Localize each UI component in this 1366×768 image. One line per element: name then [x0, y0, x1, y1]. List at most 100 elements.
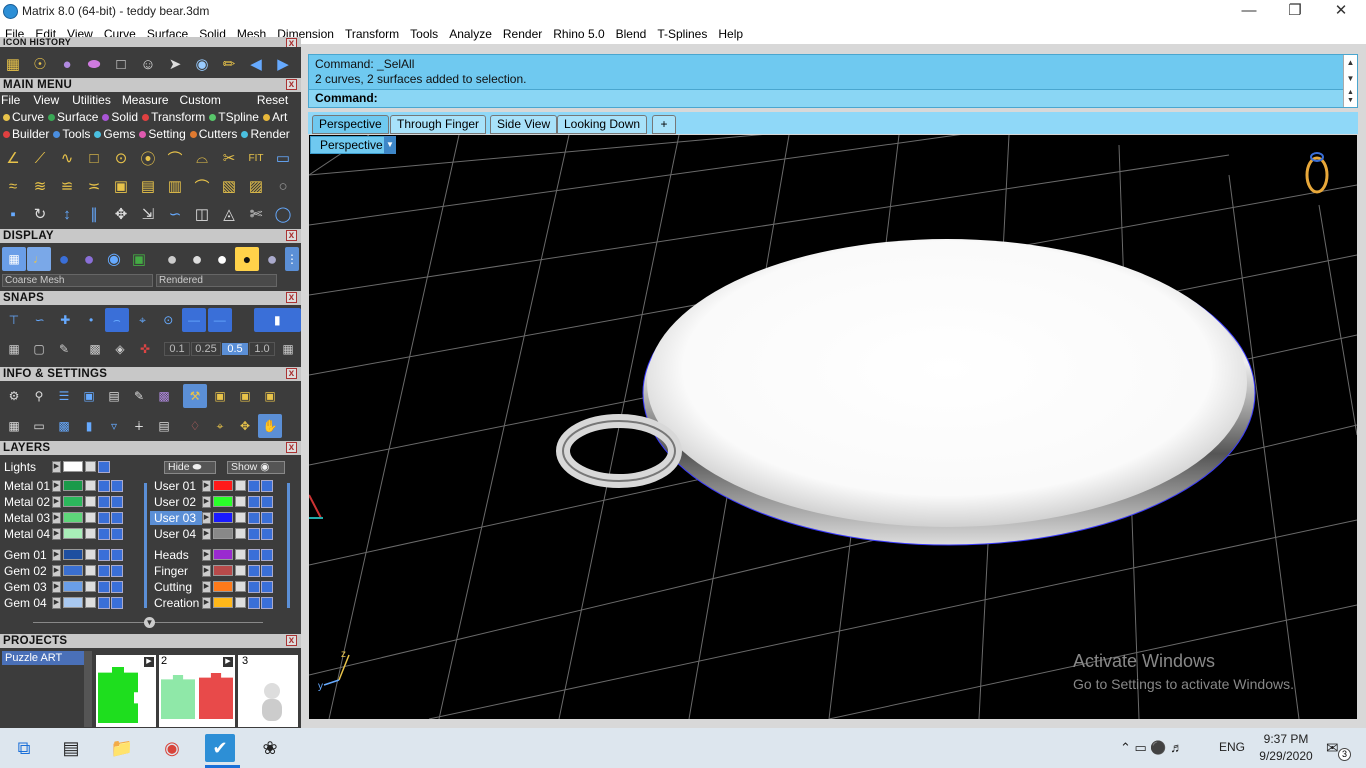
windows-icon[interactable]: ▦	[2, 414, 26, 438]
arc-icon[interactable]: ⌒	[164, 147, 186, 169]
tool-select-icon[interactable]: ⚒	[183, 384, 207, 408]
print-icon[interactable]	[261, 548, 273, 561]
print-icon[interactable]	[111, 495, 123, 508]
close-icon[interactable]: x	[286, 368, 297, 379]
print-icon[interactable]	[261, 495, 273, 508]
category-setting[interactable]: Setting	[136, 127, 186, 141]
layer-row[interactable]: Creation ▶	[150, 595, 274, 610]
menu-transform[interactable]: Transform	[345, 27, 399, 41]
expand-icon[interactable]: ▶	[52, 580, 61, 593]
display-options-icon[interactable]: ⋮	[285, 247, 299, 271]
command-scrollbar[interactable]: ▲ ▼	[1343, 55, 1357, 89]
lock-icon[interactable]	[85, 581, 96, 592]
color-swatch[interactable]	[63, 512, 83, 523]
plane-icon[interactable]: ◈	[108, 337, 132, 361]
expand-icon[interactable]: ▶	[52, 527, 61, 540]
grid-snap-icon[interactable]: ▦	[2, 337, 26, 361]
layer-row[interactable]: Metal 01 ▶	[0, 478, 124, 493]
print-icon[interactable]	[111, 479, 123, 492]
file-explorer-icon[interactable]: 📁	[107, 734, 137, 762]
tab-side-view[interactable]: Side View	[490, 115, 558, 134]
print-icon[interactable]	[261, 511, 273, 524]
print-icon[interactable]	[111, 527, 123, 540]
expand-icon[interactable]: ▶	[52, 596, 61, 609]
snap-point-icon[interactable]: ✚	[53, 308, 77, 332]
lock-icon[interactable]	[235, 496, 246, 507]
close-icon[interactable]: x	[286, 79, 297, 90]
lock-icon[interactable]	[85, 549, 96, 560]
color-swatch[interactable]	[213, 565, 233, 576]
tool-a-icon[interactable]: ▣	[208, 384, 232, 408]
layer-row[interactable]: Gem 03 ▶	[0, 579, 124, 594]
print-icon[interactable]	[111, 548, 123, 561]
array-icon[interactable]: ↕	[56, 203, 78, 225]
expand-icon[interactable]: ▶	[202, 479, 211, 492]
lock-icon[interactable]	[235, 512, 246, 523]
hatch-icon[interactable]: ▩	[83, 337, 107, 361]
ungroup-icon[interactable]: ◬	[218, 203, 240, 225]
ring-icon[interactable]: ◯	[272, 203, 294, 225]
snap-int-icon[interactable]: ⌖	[131, 308, 155, 332]
points-icon[interactable]: ▪	[2, 203, 24, 225]
forward-icon[interactable]: ▶	[272, 53, 294, 75]
print-icon[interactable]	[261, 580, 273, 593]
close-button[interactable]: ✕	[1318, 0, 1364, 24]
offset-icon[interactable]: ≋	[29, 175, 51, 197]
mm-view[interactable]: View	[33, 93, 59, 107]
clock-date[interactable]: 9/29/2020	[1254, 749, 1318, 763]
language-indicator[interactable]: ENG	[1219, 740, 1245, 754]
measure-icon[interactable]: ✎	[52, 337, 76, 361]
visibility-icon[interactable]	[98, 495, 110, 508]
menu-rhino[interactable]: Rhino 5.0	[553, 27, 604, 41]
cube-icon[interactable]: ▩	[152, 384, 176, 408]
group-icon[interactable]: ◫	[191, 203, 213, 225]
extend-icon[interactable]: ⌒	[191, 175, 213, 197]
category-art[interactable]: Art	[260, 110, 287, 124]
layer-row[interactable]: User 04 ▶	[150, 526, 274, 541]
map-icon[interactable]: ▣	[127, 247, 151, 271]
matte-sphere-icon[interactable]: ●	[160, 247, 184, 271]
panel-toggle-icon[interactable]: ▭	[272, 147, 294, 169]
gumball-icon[interactable]: ✜	[133, 337, 157, 361]
command-spin[interactable]: ▲ ▼	[1343, 89, 1357, 107]
cut-icon[interactable]: ✄	[245, 203, 267, 225]
rhino-app-icon[interactable]: ❀	[255, 734, 285, 762]
layers-icon[interactable]: ☰	[52, 384, 76, 408]
hide-button[interactable]: Hide ⬬	[164, 461, 216, 474]
scissors-icon[interactable]: ✂	[218, 147, 240, 169]
layer-row[interactable]: Metal 04 ▶	[0, 526, 124, 541]
mm-measure[interactable]: Measure	[122, 93, 169, 107]
layer-row[interactable]: User 01 ▶	[150, 478, 274, 493]
fit-icon[interactable]: FIT	[245, 147, 267, 169]
polyline-icon[interactable]: ∠	[2, 147, 24, 169]
expand-icon[interactable]: ▶	[202, 548, 211, 561]
close-icon[interactable]: x	[286, 38, 297, 47]
lock-icon[interactable]: ▣	[110, 175, 132, 197]
minimize-button[interactable]: —	[1226, 0, 1272, 24]
print-icon[interactable]	[261, 527, 273, 540]
visibility-icon[interactable]	[248, 564, 260, 577]
visibility-icon[interactable]	[98, 460, 110, 473]
visibility-icon[interactable]	[98, 527, 110, 540]
tab-through-finger[interactable]: Through Finger	[390, 115, 487, 134]
system-tray-icons[interactable]: ⌃ ▭ ⚫ ♬	[1120, 740, 1183, 756]
close-icon[interactable]: x	[286, 230, 297, 241]
monitor-icon[interactable]: ▭	[27, 414, 51, 438]
layer-row[interactable]: User 03 ▶	[150, 510, 274, 525]
expand-icon[interactable]: ▶	[52, 495, 61, 508]
print-icon[interactable]	[111, 511, 123, 524]
category-render[interactable]: Render	[238, 127, 290, 141]
expand-icon[interactable]: ▶	[52, 511, 61, 524]
mm-utilities[interactable]: Utilities	[72, 93, 111, 107]
category-cutters[interactable]: Cutters	[187, 127, 237, 141]
snap-toggle-icon[interactable]: ▮	[253, 308, 302, 332]
expand-icon[interactable]: ▶	[202, 580, 211, 593]
add-tab-button[interactable]: +	[652, 115, 676, 134]
color-swatch[interactable]	[213, 480, 233, 491]
project-icon[interactable]: ▧	[218, 175, 240, 197]
rendered-icon[interactable]: ●	[77, 247, 101, 271]
rebuild-icon[interactable]: ▨	[245, 175, 267, 197]
color-swatch[interactable]	[63, 461, 83, 472]
tab-perspective[interactable]: Perspective	[312, 115, 389, 134]
lock-icon[interactable]	[235, 549, 246, 560]
